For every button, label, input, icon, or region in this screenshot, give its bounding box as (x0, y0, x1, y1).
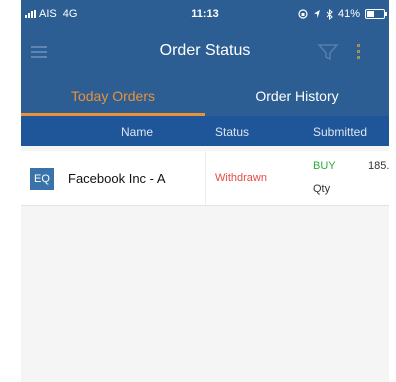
order-status: Withdrawn (215, 172, 267, 184)
location-icon (313, 10, 320, 18)
lock-rotation-icon (298, 9, 308, 19)
battery-icon (365, 9, 387, 19)
tab-today-orders[interactable]: Today Orders (21, 76, 205, 116)
order-side: BUY (313, 160, 336, 172)
battery-percent: 41% (337, 8, 360, 20)
column-header-name: Name (121, 125, 154, 139)
instrument-name: Facebook Inc - A (68, 171, 166, 186)
cell-divider (205, 151, 206, 205)
order-row[interactable]: EQ Facebook Inc - A Withdrawn BUY 185. Q… (21, 151, 389, 206)
column-header-status: Status (215, 125, 250, 139)
filter-icon[interactable] (317, 42, 339, 62)
column-header-submitted: Submitted (313, 125, 368, 139)
nav-bar: Order Status (21, 30, 389, 76)
phone-screen: AIS 4G 11:13 41% Order Status Today Orde… (21, 0, 389, 382)
tab-order-history[interactable]: Order History (205, 76, 389, 116)
table-header: Name Status Submitted (21, 116, 389, 146)
status-bar: AIS 4G 11:13 41% (21, 0, 389, 30)
instrument-type-badge: EQ (30, 168, 54, 190)
bluetooth-icon (326, 8, 333, 20)
order-tabs: Today Orders Order History (21, 76, 389, 116)
more-vertical-icon[interactable] (354, 42, 364, 62)
order-price: 185. (368, 160, 389, 172)
order-qty-label: Qty (313, 183, 331, 195)
status-right: 41% (298, 8, 387, 20)
